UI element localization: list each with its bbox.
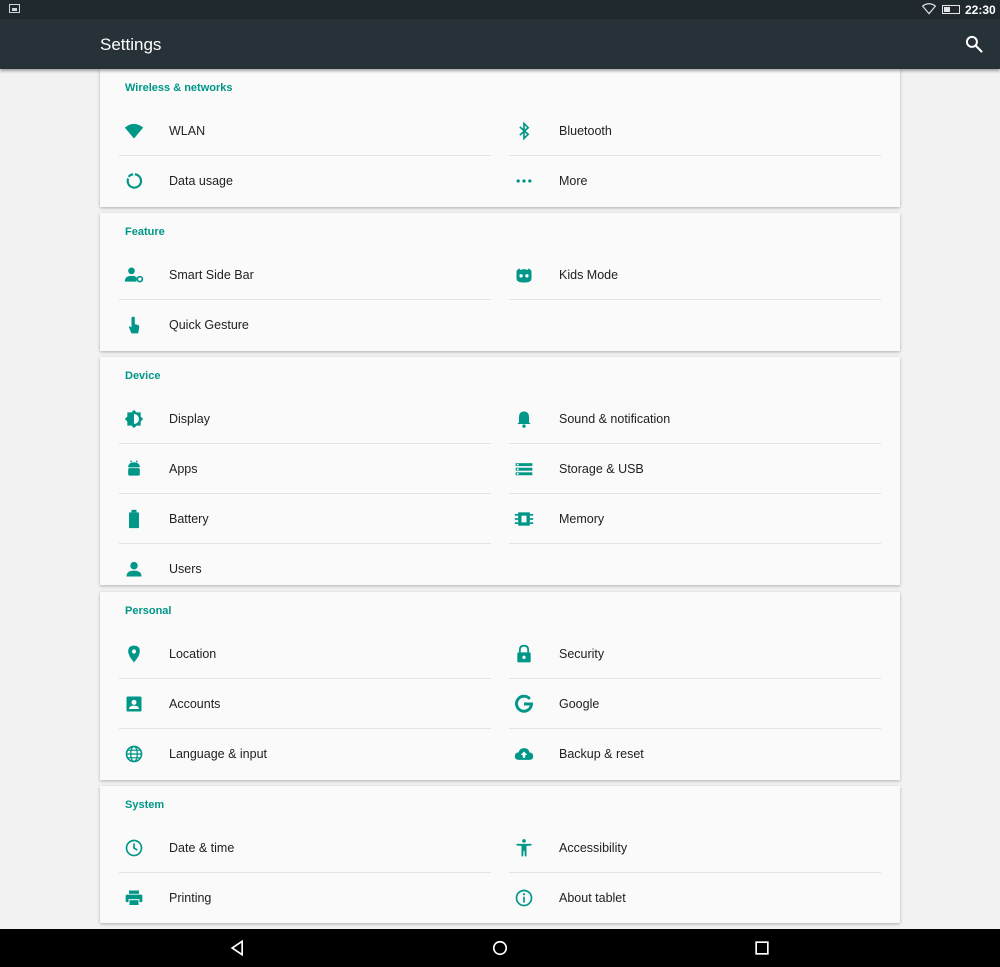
page-title: Settings — [100, 35, 162, 54]
setting-label: Kids Mode — [559, 268, 619, 282]
setting-label: Accessibility — [559, 841, 628, 855]
clock-icon — [125, 839, 143, 857]
info-icon — [515, 889, 533, 907]
setting-label: Printing — [169, 891, 212, 905]
section-feature: Feature Smart Side Bar Kids Mode Quick G… — [100, 213, 900, 351]
setting-label: Location — [169, 647, 217, 661]
accessibility-icon — [516, 839, 532, 857]
setting-label: Memory — [559, 512, 605, 526]
setting-label: Battery — [169, 512, 209, 526]
status-time: 22:30 — [965, 3, 996, 17]
section-wireless-networks: Wireless & networks WLAN Bluetooth Data … — [100, 69, 900, 207]
navigation-bar — [0, 929, 1000, 967]
cloud-upload-icon — [514, 748, 534, 760]
status-bar: 22:30 — [0, 0, 1000, 19]
bell-icon — [517, 411, 531, 428]
section-personal: Personal Location Security Accounts Goog… — [100, 592, 900, 780]
lock-icon — [517, 644, 531, 663]
display-icon — [124, 409, 144, 429]
setting-accounts[interactable]: Accounts — [119, 679, 489, 729]
setting-sound-notification[interactable]: Sound & notification — [509, 394, 879, 444]
setting-wlan[interactable]: WLAN — [119, 106, 489, 156]
setting-label: About tablet — [559, 891, 626, 905]
setting-google[interactable]: Google — [509, 679, 879, 729]
setting-label: Date & time — [169, 841, 235, 855]
setting-battery[interactable]: Battery — [119, 494, 489, 544]
setting-language-input[interactable]: Language & input — [119, 729, 489, 779]
bluetooth-icon — [519, 121, 530, 141]
memory-icon — [514, 512, 534, 526]
section-title: Wireless & networks — [125, 82, 233, 94]
setting-more[interactable]: More — [509, 156, 879, 206]
setting-backup-reset[interactable]: Backup & reset — [509, 729, 879, 779]
setting-label: Accounts — [169, 697, 221, 711]
setting-data-usage[interactable]: Data usage — [119, 156, 489, 206]
setting-users[interactable]: Users — [119, 544, 489, 594]
setting-label: Quick Gesture — [169, 318, 249, 332]
setting-label: WLAN — [169, 124, 206, 138]
back-triangle-icon[interactable] — [228, 938, 248, 958]
app-bar: Settings — [0, 19, 1000, 69]
printer-icon — [125, 890, 143, 906]
storage-icon — [515, 463, 533, 476]
setting-label: Backup & reset — [559, 747, 644, 761]
setting-memory[interactable]: Memory — [509, 494, 879, 544]
search-icon[interactable] — [964, 34, 984, 54]
home-circle-icon[interactable] — [490, 938, 510, 958]
battery-status-icon — [942, 5, 960, 14]
location-icon — [128, 645, 140, 663]
setting-label: Sound & notification — [559, 412, 671, 426]
section-title: Device — [125, 370, 161, 382]
more-icon — [516, 179, 532, 183]
setting-storage-usb[interactable]: Storage & USB — [509, 444, 879, 494]
setting-label: Smart Side Bar — [169, 268, 254, 282]
section-device: Device Display Sound & notification Apps… — [100, 357, 900, 585]
kids-mode-icon — [516, 268, 532, 283]
account-icon — [126, 696, 142, 712]
divider — [509, 543, 881, 544]
setting-label: Users — [169, 562, 202, 576]
setting-security[interactable]: Security — [509, 629, 879, 679]
user-icon — [126, 561, 142, 577]
setting-quick-gesture[interactable]: Quick Gesture — [119, 300, 489, 350]
globe-icon — [125, 745, 143, 763]
data-usage-icon — [126, 173, 143, 189]
setting-date-time[interactable]: Date & time — [119, 823, 489, 873]
setting-apps[interactable]: Apps — [119, 444, 489, 494]
setting-label: More — [559, 174, 588, 188]
setting-label: Bluetooth — [559, 124, 612, 138]
setting-location[interactable]: Location — [119, 629, 489, 679]
wifi-icon — [124, 123, 144, 139]
setting-kids-mode[interactable]: Kids Mode — [509, 250, 879, 300]
setting-label: Apps — [169, 462, 198, 476]
section-system: System Date & time Accessibility Printin… — [100, 786, 900, 923]
smart-side-bar-icon — [124, 267, 144, 283]
settings-list[interactable]: Wireless & networks WLAN Bluetooth Data … — [0, 69, 1000, 929]
battery-icon — [129, 509, 139, 529]
setting-about-tablet[interactable]: About tablet — [509, 873, 879, 923]
setting-printing[interactable]: Printing — [119, 873, 489, 923]
android-icon — [128, 460, 140, 476]
setting-display[interactable]: Display — [119, 394, 489, 444]
section-title: System — [125, 799, 165, 811]
gesture-icon — [129, 316, 140, 334]
recents-square-icon[interactable] — [752, 938, 772, 958]
divider — [509, 299, 881, 300]
wifi-status-icon — [922, 3, 936, 15]
section-title: Personal — [125, 605, 172, 617]
section-title: Feature — [125, 226, 165, 238]
google-icon — [515, 694, 534, 713]
setting-label: Data usage — [169, 174, 233, 188]
setting-label: Google — [559, 697, 600, 711]
setting-label: Display — [169, 412, 210, 426]
setting-bluetooth[interactable]: Bluetooth — [509, 106, 879, 156]
setting-accessibility[interactable]: Accessibility — [509, 823, 879, 873]
setting-label: Security — [559, 647, 605, 661]
setting-label: Language & input — [169, 747, 268, 761]
setting-smart-side-bar[interactable]: Smart Side Bar — [119, 250, 489, 300]
image-notification-icon — [9, 4, 20, 13]
setting-label: Storage & USB — [559, 462, 644, 476]
